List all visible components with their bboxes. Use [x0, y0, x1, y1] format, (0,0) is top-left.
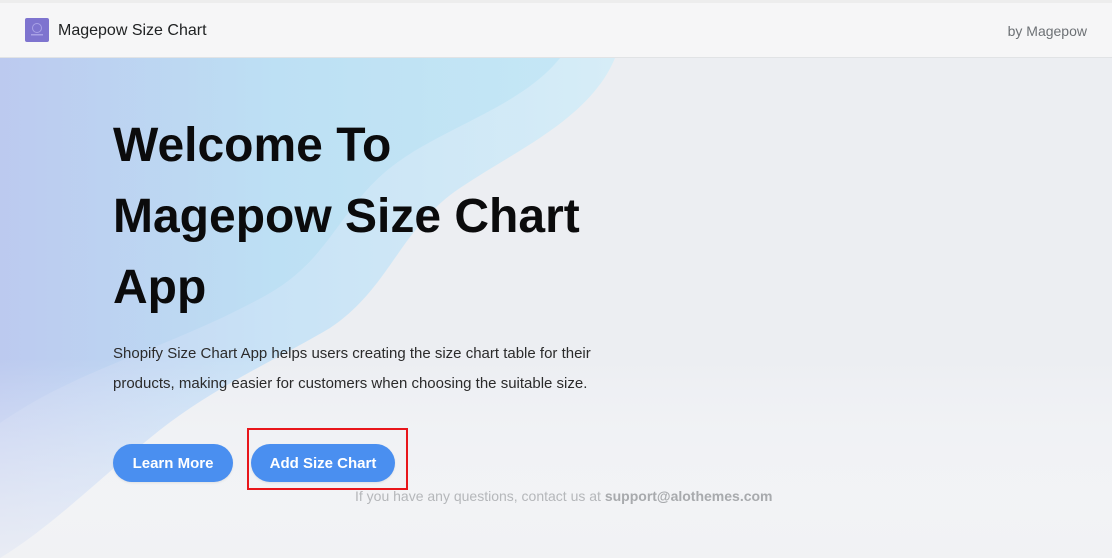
- description-line-1: Shopify Size Chart App helps users creat…: [113, 345, 591, 362]
- contact-line: If you have any questions, contact us at…: [355, 487, 773, 505]
- contact-text: If you have any questions, contact us at: [355, 488, 605, 504]
- app-header: Magepow Size Chart by Magepow: [0, 3, 1112, 58]
- app-description: Shopify Size Chart App helps users creat…: [113, 339, 633, 399]
- learn-more-button[interactable]: Learn More: [113, 444, 233, 482]
- welcome-headline: Welcome To Magepow Size Chart App: [113, 110, 673, 323]
- support-email-link[interactable]: support@alothemes.com: [605, 488, 773, 504]
- headline-line-1: Welcome To: [113, 119, 392, 172]
- app-title: Magepow Size Chart: [58, 22, 207, 39]
- add-size-chart-button[interactable]: Add Size Chart: [251, 444, 395, 482]
- headline-line-2: Magepow Size Chart: [113, 190, 580, 243]
- description-line-2: products, making easier for customers wh…: [113, 375, 588, 392]
- headline-line-3: App: [113, 261, 207, 314]
- byline: by Magepow: [1007, 23, 1087, 39]
- app-logo-icon: [25, 18, 49, 42]
- hero-section: Welcome To Magepow Size Chart App Shopif…: [0, 58, 1112, 558]
